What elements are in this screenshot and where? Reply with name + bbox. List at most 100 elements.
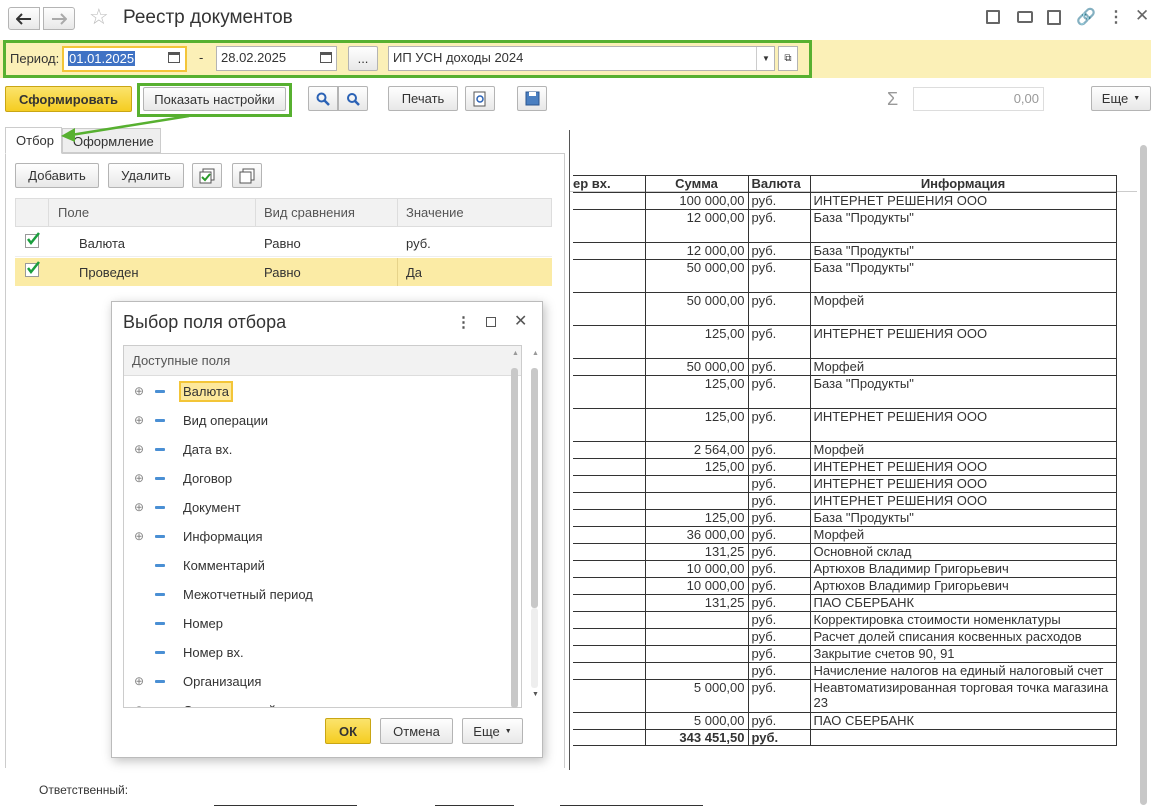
expand-icon[interactable]: ⊕ <box>132 442 146 456</box>
organization-open-icon[interactable]: ⧉ <box>778 46 798 71</box>
print-icon[interactable] <box>1017 11 1033 23</box>
report-row: 125,00 руб. ИНТЕРНЕТ РЕШЕНИЯ ООО <box>573 458 1117 476</box>
organization-field[interactable]: ИП УСН доходы 2024 <box>388 46 775 71</box>
report-cell-currency: руб. <box>747 192 811 210</box>
report-cell-info: Корректировка стоимости номенклатуры <box>809 611 1117 629</box>
report-scrollbar[interactable] <box>1140 145 1147 805</box>
expand-icon[interactable]: ⊕ <box>132 674 146 688</box>
uncheck-all-button[interactable] <box>232 163 262 188</box>
report-cell-num <box>573 645 646 663</box>
field-icon <box>155 534 165 538</box>
print-button[interactable]: Печать <box>388 86 458 111</box>
search-button[interactable] <box>308 86 338 111</box>
field-item[interactable]: ⊕ Организация <box>132 667 265 695</box>
report-cell-sum <box>644 492 749 510</box>
report-cell-num <box>573 628 646 646</box>
forward-button[interactable] <box>43 7 75 30</box>
expand-icon[interactable]: ⊕ <box>132 703 146 707</box>
report-cell-info: ИНТЕРНЕТ РЕШЕНИЯ ООО <box>809 408 1117 442</box>
report-cell-info: База "Продукты" <box>809 509 1117 527</box>
report-cell-num <box>573 577 646 595</box>
report-cell-sum: 125,00 <box>644 325 749 359</box>
sum-field: 0,00 <box>913 87 1044 111</box>
report-cell-info: Морфей <box>809 526 1117 544</box>
add-button[interactable]: Добавить <box>15 163 99 188</box>
list-scroll-up-icon[interactable]: ▲ <box>512 350 519 357</box>
field-item[interactable]: ⊕ Договор <box>132 464 236 492</box>
col-field: Поле <box>58 205 90 220</box>
link-icon[interactable]: 🔗 <box>1076 7 1096 27</box>
report-cell-currency: руб. <box>747 242 811 260</box>
expand-icon[interactable]: ⊕ <box>132 500 146 514</box>
report-row: 12 000,00 руб. База "Продукты" <box>573 209 1117 243</box>
report-cell-currency: руб. <box>747 543 811 561</box>
outer-scroll-down-icon[interactable]: ▼ <box>532 691 539 698</box>
back-button[interactable] <box>8 7 40 30</box>
field-item-label: Ответственный <box>179 700 280 708</box>
dialog-menu-icon[interactable]: ⋮ <box>456 313 471 331</box>
row-checkbox[interactable] <box>25 232 40 248</box>
field-item[interactable]: Номер <box>132 609 227 637</box>
field-item-label: Номер <box>183 615 224 631</box>
dialog-more-button[interactable]: Еще ▼ <box>462 718 523 744</box>
expand-icon[interactable]: ⊕ <box>132 529 146 543</box>
field-item-label: Валюта <box>179 380 233 402</box>
report-cell-info: ПАО СБЕРБАНК <box>809 594 1117 612</box>
preview-icon[interactable] <box>1047 10 1061 25</box>
expand-icon[interactable]: ⊕ <box>132 384 146 398</box>
list-scrollbar[interactable] <box>511 368 518 708</box>
report-cell-info: Морфей <box>809 358 1117 376</box>
arrow-left-icon <box>16 12 31 25</box>
chevron-down-icon-2: ▼ <box>504 727 512 735</box>
report-table: ер вх. Сумма Валюта Информация 100 000,0… <box>573 175 1117 746</box>
field-item[interactable]: Номер вх. <box>132 638 248 666</box>
field-item[interactable]: Комментарий <box>132 551 269 579</box>
date-to-field[interactable]: 28.02.2025 <box>216 46 337 71</box>
favorite-star-icon[interactable]: ☆ <box>89 6 109 28</box>
preview-button[interactable] <box>465 86 495 111</box>
date-from-value: 01.01.2025 <box>68 51 136 66</box>
more-button[interactable]: Еще ▼ <box>1091 86 1151 111</box>
field-item[interactable]: Межотчетный период <box>132 580 317 608</box>
row-checkbox-2[interactable] <box>25 261 40 277</box>
save-button[interactable] <box>517 86 547 111</box>
period-choose-button[interactable]: ... <box>348 46 378 71</box>
save-icon[interactable] <box>986 10 1000 24</box>
field-item[interactable]: ⊕ Ответственный <box>132 696 280 708</box>
ok-button[interactable]: ОК <box>325 718 371 744</box>
field-icon <box>155 592 165 596</box>
expand-icon[interactable]: ⊕ <box>132 471 146 485</box>
delete-button[interactable]: Удалить <box>108 163 184 188</box>
field-item-label: Организация <box>183 673 262 689</box>
check-all-button[interactable] <box>192 163 222 188</box>
calendar-icon-2[interactable] <box>320 52 332 63</box>
field-item[interactable]: ⊕ Информация <box>132 522 267 550</box>
dialog-close-icon[interactable]: ✕ <box>514 311 527 331</box>
report-cell-num <box>573 475 646 493</box>
outer-scrollbar[interactable] <box>531 368 538 608</box>
report-cell-currency: руб. <box>747 628 811 646</box>
tab-filter[interactable]: Отбор <box>5 127 62 154</box>
field-item[interactable]: ⊕ Документ <box>132 493 245 521</box>
dialog-maximize-icon[interactable] <box>486 317 496 327</box>
report-cell-currency: руб. <box>747 645 811 663</box>
field-icon <box>155 679 165 683</box>
report-cell-num <box>573 492 646 510</box>
report-cell-sum: 12 000,00 <box>644 242 749 260</box>
expand-icon[interactable]: ⊕ <box>132 413 146 427</box>
hint-arrow <box>61 114 190 142</box>
outer-scroll-up-icon[interactable]: ▲ <box>532 350 539 357</box>
field-item[interactable]: ⊕ Валюта <box>132 377 233 405</box>
cancel-button[interactable]: Отмена <box>380 718 453 744</box>
report-cell-info: Артюхов Владимир Григорьевич <box>809 560 1117 578</box>
field-item[interactable]: ⊕ Вид операции <box>132 406 272 434</box>
calendar-icon[interactable] <box>168 52 180 63</box>
report-cell-num <box>573 441 646 459</box>
report-cell-num <box>573 209 646 243</box>
menu-icon[interactable]: ⋮ <box>1108 7 1124 27</box>
field-item[interactable]: ⊕ Дата вх. <box>132 435 236 463</box>
report-cell-num <box>573 358 646 376</box>
search-clear-button[interactable] <box>338 86 368 111</box>
organization-dropdown-icon[interactable]: ▼ <box>756 47 775 70</box>
close-icon[interactable]: ✕ <box>1135 6 1149 26</box>
